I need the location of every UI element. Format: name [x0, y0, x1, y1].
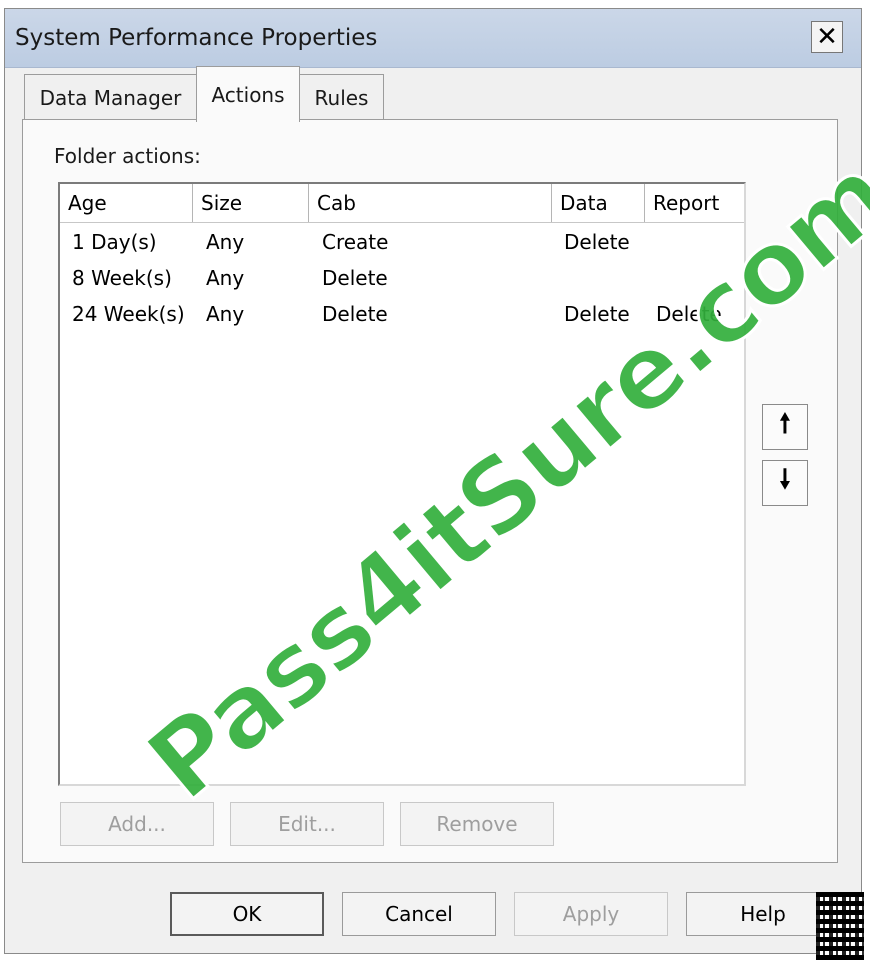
column-header-age[interactable]: Age [60, 184, 193, 222]
tab-label: Rules [314, 85, 369, 110]
cell-data: Delete [564, 230, 630, 254]
apply-button[interactable]: Apply [514, 892, 668, 936]
tab-rules[interactable]: Rules [300, 74, 384, 120]
cell-cab: Create [322, 230, 389, 254]
cell-size: Any [206, 230, 245, 254]
arrow-down-icon: 🠗 [779, 465, 791, 495]
title-bar[interactable]: System Performance Properties ✕ [5, 9, 861, 68]
cell-size: Any [206, 266, 245, 290]
arrow-up-icon: 🠕 [779, 409, 791, 439]
cell-cab: Delete [322, 302, 388, 326]
cell-report: Delete [656, 302, 722, 326]
table-row[interactable]: 1 Day(s) Any Create Delete [60, 224, 744, 260]
column-header-data[interactable]: Data [552, 184, 645, 222]
column-header-report[interactable]: Report [645, 184, 744, 222]
column-header-cab[interactable]: Cab [309, 184, 552, 222]
close-icon: ✕ [816, 22, 838, 52]
tab-data-manager[interactable]: Data Manager [24, 74, 196, 120]
dialog-title: System Performance Properties [15, 25, 378, 51]
tab-label: Data Manager [39, 85, 182, 110]
tab-actions[interactable]: Actions [196, 66, 300, 122]
close-button[interactable]: ✕ [811, 21, 843, 53]
move-up-button[interactable]: 🠕 [762, 404, 808, 450]
edit-button[interactable]: Edit... [230, 802, 384, 846]
table-row[interactable]: 8 Week(s) Any Delete [60, 260, 744, 296]
cell-age: 8 Week(s) [72, 266, 172, 290]
cell-age: 1 Day(s) [72, 230, 157, 254]
cancel-button[interactable]: Cancel [342, 892, 496, 936]
cell-size: Any [206, 302, 245, 326]
tab-label: Actions [211, 82, 285, 107]
table-row[interactable]: 24 Week(s) Any Delete Delete Delete [60, 296, 744, 332]
remove-button[interactable]: Remove [400, 802, 554, 846]
folder-actions-list[interactable]: Age Size Cab Data Report 1 Day(s) Any Cr… [58, 182, 746, 786]
move-down-button[interactable]: 🠗 [762, 460, 808, 506]
add-button[interactable]: Add... [60, 802, 214, 846]
list-header: Age Size Cab Data Report [60, 184, 744, 223]
column-header-size[interactable]: Size [193, 184, 309, 222]
cell-data: Delete [564, 302, 630, 326]
cell-cab: Delete [322, 266, 388, 290]
folder-actions-label: Folder actions: [54, 144, 201, 168]
ok-button[interactable]: OK [170, 892, 324, 936]
cell-age: 24 Week(s) [72, 302, 185, 326]
qr-code-image [816, 892, 864, 960]
